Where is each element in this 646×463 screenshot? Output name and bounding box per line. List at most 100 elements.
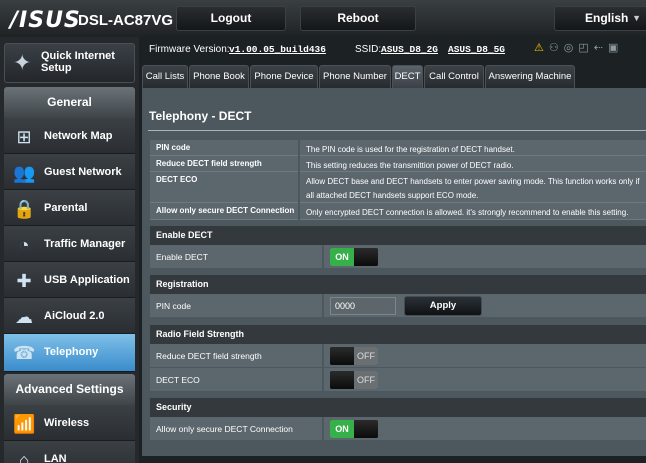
sidebar-item-telephony[interactable]: ☎ Telephony [4, 334, 135, 372]
sidebar-item-label: USB Application [44, 274, 130, 286]
tab-phone-number[interactable]: Phone Number [319, 65, 391, 88]
traffic-manager-icon: ◔ [18, 235, 30, 255]
firmware-version-link[interactable]: v1.00.05_build436 [229, 44, 326, 55]
network-map-icon: ⊞ [16, 127, 32, 147]
tab-phone-book[interactable]: Phone Book [189, 65, 249, 88]
aicloud-icon: ☁ [15, 307, 33, 327]
language-select[interactable]: English ▼ [554, 6, 646, 31]
firmware-label: Firmware Version: [149, 44, 230, 55]
sidebar-item-aicloud[interactable]: ☁ AiCloud 2.0 [4, 298, 135, 334]
ssid-5g-link[interactable]: ASUS_D8_5G [448, 44, 505, 55]
globe-icon[interactable]: ◎ [564, 42, 579, 54]
lan-icon: ⌂ [18, 450, 30, 463]
secure-connection-label: Allow only secure DECT Connection [150, 417, 322, 441]
wireless-icon: 📶 [13, 414, 36, 434]
sidebar-item-label: LAN [44, 453, 67, 463]
tab-call-lists[interactable]: Call Lists [142, 65, 188, 88]
toggle-knob [330, 371, 354, 389]
sidebar-item-label: Network Map [44, 130, 113, 142]
sidebar-item-label: AiCloud 2.0 [44, 310, 105, 322]
ssid-2g-link[interactable]: ASUS_D8_2G [381, 44, 438, 55]
chevron-down-icon: ▼ [632, 13, 641, 23]
printer-icon[interactable]: ▣ [608, 42, 623, 54]
dect-eco-label: DECT ECO [150, 368, 322, 392]
wifi-icon[interactable]: ◰ [578, 42, 593, 54]
usb-icon[interactable]: ⇠ [594, 42, 608, 54]
enable-dect-row: Enable DECT ON [150, 245, 646, 269]
usb-application-icon: ✚ [16, 271, 32, 291]
guest-network-icon: 👥 [13, 163, 36, 183]
secure-connection-toggle[interactable]: ON [330, 420, 378, 438]
sidebar-item-network-map[interactable]: ⊞ Network Map [4, 118, 135, 154]
qis-label: Quick Internet Setup [41, 50, 115, 74]
tab-dect[interactable]: DECT [392, 65, 423, 88]
asus-logo: /ISUS [10, 8, 81, 33]
sidebar: ✦ Quick Internet Setup General ⊞ Network … [0, 37, 139, 463]
pin-code-label: PIN code [150, 294, 322, 318]
toggle-on-label: ON [330, 420, 354, 438]
dect-eco-toggle[interactable]: OFF [330, 371, 378, 389]
info-row: PIN code The PIN code is used for the reg… [150, 140, 646, 156]
sidebar-item-label: Telephony [44, 346, 99, 358]
info-row: Reduce DECT field strength This setting r… [150, 156, 646, 172]
logout-button[interactable]: Logout [176, 6, 286, 31]
sidebar-item-traffic-manager[interactable]: ◔ Traffic Manager [4, 226, 135, 262]
quick-internet-setup-button[interactable]: ✦ Quick Internet Setup [4, 43, 135, 83]
tab-phone-device[interactable]: Phone Device [250, 65, 318, 88]
info-row: DECT ECO Allow DECT base and DECT handset… [150, 172, 646, 203]
tab-call-control[interactable]: Call Control [424, 65, 484, 88]
language-label: English [585, 11, 629, 25]
sidebar-item-parental-controls[interactable]: 🔒Parental Controls [4, 190, 135, 250]
pin-code-row: PIN code Apply [150, 294, 646, 318]
enable-dect-value: ON [324, 245, 646, 269]
sidebar-item-wireless[interactable]: 📶 Wireless [4, 405, 135, 441]
page-title: Telephony - DECT [149, 109, 252, 123]
section-enable-dect: Enable DECT [150, 226, 646, 245]
model-name: DSL-AC87VG [78, 12, 174, 29]
enable-dect-toggle[interactable]: ON [330, 248, 378, 266]
section-registration: Registration [150, 275, 646, 294]
users-icon[interactable]: ⚇ [549, 42, 564, 54]
reboot-button[interactable]: Reboot [300, 6, 416, 31]
toggle-knob [354, 420, 378, 438]
status-icons: ⚠⚇◎◰⇠▣ [534, 41, 623, 54]
sidebar-item-label: Wireless [44, 417, 90, 429]
sidebar-item-label: Guest Network [44, 166, 122, 178]
dect-eco-value: OFF [324, 368, 646, 392]
tab-bar: Call Lists Phone Book Phone Device Phone… [142, 65, 646, 88]
content-panel: Telephony - DECT PIN code The PIN code is… [142, 88, 646, 456]
enable-dect-label: Enable DECT [150, 245, 322, 269]
sidebar-item-lan[interactable]: ⌂ LAN [4, 441, 135, 463]
info-text: This setting reduces the transmittion po… [300, 156, 646, 172]
info-label: Reduce DECT field strength [150, 156, 298, 172]
secure-connection-value: ON [324, 417, 646, 441]
toggle-knob [330, 347, 354, 365]
telephony-icon: ☎ [13, 343, 36, 363]
pin-code-input[interactable] [330, 297, 396, 315]
general-header: General [4, 87, 135, 118]
reduce-strength-label: Reduce DECT field strength [150, 344, 322, 368]
advanced-settings-header: Advanced Settings [4, 374, 135, 405]
reduce-strength-value: OFF [324, 344, 646, 368]
secure-connection-row: Allow only secure DECT Connection ON [150, 417, 646, 441]
info-label: PIN code [150, 140, 298, 156]
top-bar: /ISUS DSL-AC87VG Logout Reboot English ▼ [0, 0, 646, 37]
reduce-strength-row: Reduce DECT field strength OFF [150, 344, 646, 368]
info-label: DECT ECO [150, 172, 298, 203]
sidebar-item-guest-network[interactable]: 👥 Guest Network [4, 154, 135, 190]
info-text: Allow DECT base and DECT handsets to ent… [300, 172, 646, 203]
title-divider [148, 130, 646, 131]
info-label: Allow only secure DECT Connection [150, 203, 298, 220]
toggle-knob [354, 248, 378, 266]
info-text: The PIN code is used for the registratio… [300, 140, 646, 156]
info-row: Allow only secure DECT Connection Only en… [150, 203, 646, 220]
sidebar-item-usb-application[interactable]: ✚ USB Application [4, 262, 135, 298]
reduce-strength-toggle[interactable]: OFF [330, 347, 378, 365]
sidebar-item-label: Traffic Manager [44, 238, 126, 250]
router-admin-page: /ISUS DSL-AC87VG Logout Reboot English ▼ … [0, 0, 646, 463]
apply-button[interactable]: Apply [404, 296, 482, 316]
tab-answering-machine[interactable]: Answering Machine [485, 65, 575, 88]
dect-eco-row: DECT ECO OFF [150, 368, 646, 392]
ssid-label: SSID: [355, 44, 382, 55]
warning-icon[interactable]: ⚠ [534, 42, 549, 54]
